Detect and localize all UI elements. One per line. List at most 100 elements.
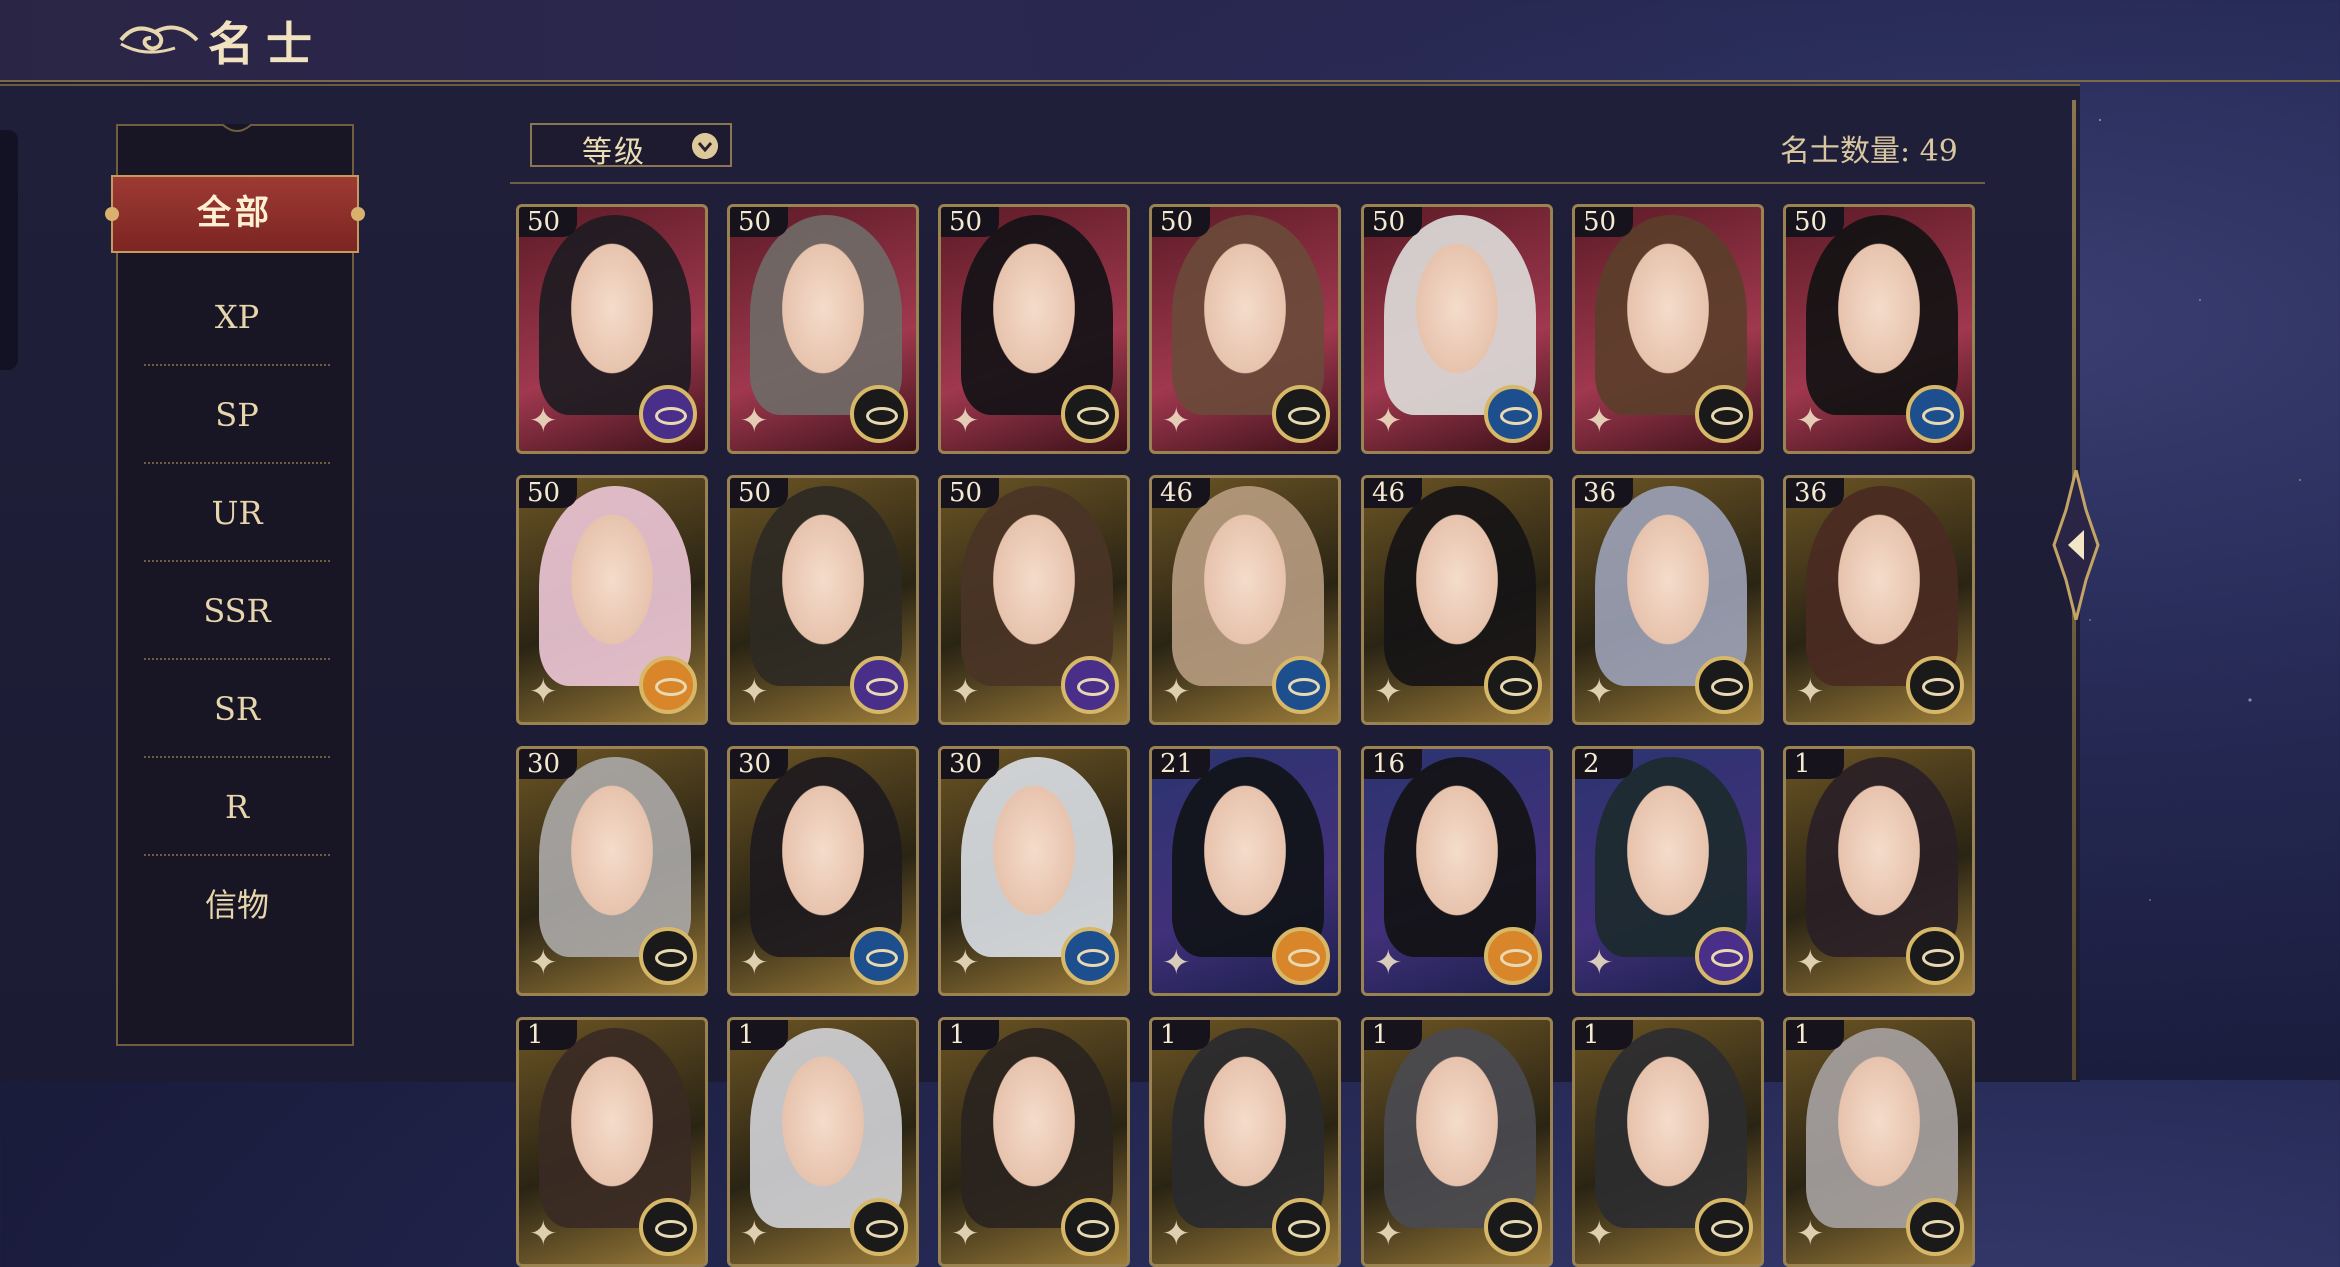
sort-dropdown[interactable]: 等级: [530, 123, 732, 170]
hero-face: [982, 1054, 1086, 1204]
hero-card[interactable]: ✦ 1: [938, 1017, 1130, 1267]
sparkle-icon: ✦: [1374, 943, 1403, 983]
sparkle-icon: ✦: [740, 1214, 769, 1254]
hero-card[interactable]: ✦ 50: [938, 204, 1130, 454]
hero-card[interactable]: ✦ 46: [1149, 475, 1341, 725]
hero-card[interactable]: ✦ 2: [1572, 746, 1764, 996]
hero-level: 1: [1152, 1020, 1210, 1050]
hero-card[interactable]: ✦ 21: [1149, 746, 1341, 996]
hero-card[interactable]: ✦ 1: [1572, 1017, 1764, 1267]
hero-card[interactable]: ✦ 50: [1572, 204, 1764, 454]
hero-card[interactable]: ✦ 50: [727, 475, 919, 725]
hero-card[interactable]: ✦ 50: [938, 475, 1130, 725]
category-item-token[interactable]: 信物: [144, 856, 330, 954]
element-badge-icon: [1906, 1198, 1964, 1256]
hero-level: 1: [1786, 749, 1844, 779]
hero-face: [771, 241, 875, 391]
hero-level: 50: [730, 478, 788, 508]
hero-level: 36: [1575, 478, 1633, 508]
hero-level: 1: [730, 1020, 788, 1050]
hero-level: 1: [1575, 1020, 1633, 1050]
hero-face: [1827, 783, 1931, 933]
hero-face: [1616, 512, 1720, 662]
element-badge-icon: [1695, 1198, 1753, 1256]
sparkle-icon: ✦: [1585, 943, 1614, 983]
hero-card[interactable]: ✦ 46: [1361, 475, 1553, 725]
hero-level: 50: [1575, 207, 1633, 237]
category-item-ur[interactable]: UR: [144, 464, 330, 562]
hero-card[interactable]: ✦ 50: [1149, 204, 1341, 454]
category-item-ssr[interactable]: SSR: [144, 562, 330, 660]
element-badge-icon: [1695, 927, 1753, 985]
hero-level: 30: [519, 749, 577, 779]
sparkle-icon: ✦: [529, 672, 558, 712]
hero-card[interactable]: ✦ 50: [1783, 204, 1975, 454]
sparkle-icon: ✦: [1796, 672, 1825, 712]
hero-card[interactable]: ✦ 1: [727, 1017, 919, 1267]
hero-card[interactable]: ✦ 1: [1149, 1017, 1341, 1267]
category-menu: XP SP UR SSR SR R 信物: [116, 124, 354, 1046]
hero-level: 1: [1786, 1020, 1844, 1050]
sparkle-icon: ✦: [1796, 1214, 1825, 1254]
hero-level: 46: [1364, 478, 1422, 508]
hero-card[interactable]: ✦ 1: [1783, 746, 1975, 996]
collapse-arrow-icon[interactable]: [2052, 470, 2100, 620]
hero-card[interactable]: ✦ 50: [516, 204, 708, 454]
element-badge-icon: [1061, 656, 1119, 714]
hero-card[interactable]: ✦ 1: [1361, 1017, 1553, 1267]
page-title: 名士: [208, 17, 324, 71]
hero-card[interactable]: ✦ 50: [1361, 204, 1553, 454]
hero-face: [1405, 1054, 1509, 1204]
element-badge-icon: [1695, 385, 1753, 443]
hero-face: [1616, 241, 1720, 391]
header-bar: 名士: [0, 0, 2340, 82]
category-item-sr[interactable]: SR: [144, 660, 330, 758]
hero-level: 1: [941, 1020, 999, 1050]
sparkle-icon: ✦: [951, 1214, 980, 1254]
hero-card[interactable]: ✦ 30: [938, 746, 1130, 996]
category-item-r[interactable]: R: [144, 758, 330, 856]
hero-level: 36: [1786, 478, 1844, 508]
sparkle-icon: ✦: [951, 401, 980, 441]
hero-face: [1193, 241, 1297, 391]
hero-level: 1: [519, 1020, 577, 1050]
element-badge-icon: [1272, 1198, 1330, 1256]
hero-level: 50: [519, 207, 577, 237]
hero-card[interactable]: ✦ 1: [1783, 1017, 1975, 1267]
hero-level: 50: [1152, 207, 1210, 237]
category-all-label: 全部: [197, 193, 273, 233]
sparkle-icon: ✦: [1585, 401, 1614, 441]
category-item-sp[interactable]: SP: [144, 366, 330, 464]
element-badge-icon: [1695, 656, 1753, 714]
sparkle-icon: ✦: [740, 943, 769, 983]
sparkle-icon: ✦: [1796, 401, 1825, 441]
hero-face: [1193, 1054, 1297, 1204]
category-item-xp[interactable]: XP: [144, 268, 330, 366]
hero-card[interactable]: ✦ 30: [727, 746, 919, 996]
hero-card[interactable]: ✦ 50: [516, 475, 708, 725]
hero-face: [982, 241, 1086, 391]
hero-card[interactable]: ✦ 50: [727, 204, 919, 454]
hero-card[interactable]: ✦ 16: [1361, 746, 1553, 996]
sparkle-icon: ✦: [1374, 672, 1403, 712]
element-badge-icon: [1272, 927, 1330, 985]
hero-level: 50: [1786, 207, 1844, 237]
element-badge-icon: [850, 656, 908, 714]
hero-card[interactable]: ✦ 36: [1572, 475, 1764, 725]
hero-face: [1616, 1054, 1720, 1204]
sparkle-icon: ✦: [529, 943, 558, 983]
element-badge-icon: [1061, 1198, 1119, 1256]
sparkle-icon: ✦: [1374, 1214, 1403, 1254]
element-badge-icon: [1272, 385, 1330, 443]
category-item-all[interactable]: 全部: [105, 175, 365, 253]
hero-face: [560, 783, 664, 933]
hero-card[interactable]: ✦ 36: [1783, 475, 1975, 725]
hero-card[interactable]: ✦ 30: [516, 746, 708, 996]
menu-top-notch: [222, 124, 252, 132]
hero-level: 50: [941, 478, 999, 508]
hero-card[interactable]: ✦ 1: [516, 1017, 708, 1267]
hero-face: [1616, 783, 1720, 933]
left-ornament-dot: [105, 207, 119, 221]
element-badge-icon: [1272, 656, 1330, 714]
sort-label: 等级: [582, 135, 646, 170]
